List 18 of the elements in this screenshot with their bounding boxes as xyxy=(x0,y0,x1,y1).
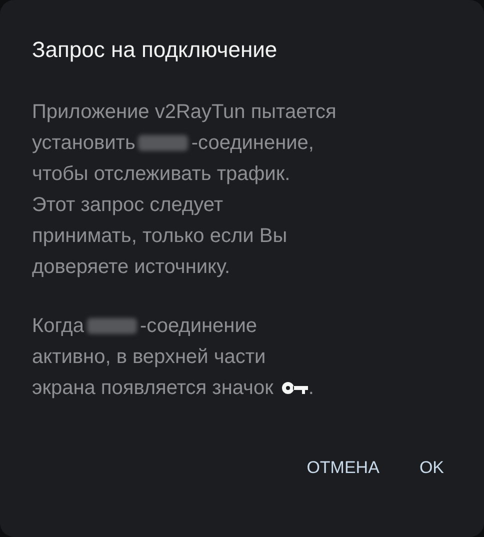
body-text: Этот запрос следует xyxy=(32,192,224,218)
body-text: Когда xyxy=(32,314,84,338)
body-text: Приложение v2RayTun пытается xyxy=(32,100,336,124)
body-text: . xyxy=(308,376,314,400)
key-icon xyxy=(282,380,308,394)
body-text: установить xyxy=(32,130,136,156)
blurred-redaction xyxy=(138,134,188,150)
dialog-button[interactable]: OK xyxy=(407,447,456,488)
dialog-title: Запрос на подключение xyxy=(32,36,278,64)
blurred-redaction xyxy=(86,318,137,334)
body-text: -соединение, xyxy=(191,130,314,156)
dialog-button[interactable]: ОТМЕНА xyxy=(294,447,392,488)
body-text: принимать, только если Вы xyxy=(32,224,288,248)
body-text: активно, в верхней части xyxy=(32,344,266,370)
body-text: доверяете источнику. xyxy=(32,254,230,280)
body-text: экрана появляется значок xyxy=(32,376,274,400)
body-text: -соединение xyxy=(140,314,258,338)
body-text: чтобы отслеживать трафик. xyxy=(32,162,290,186)
